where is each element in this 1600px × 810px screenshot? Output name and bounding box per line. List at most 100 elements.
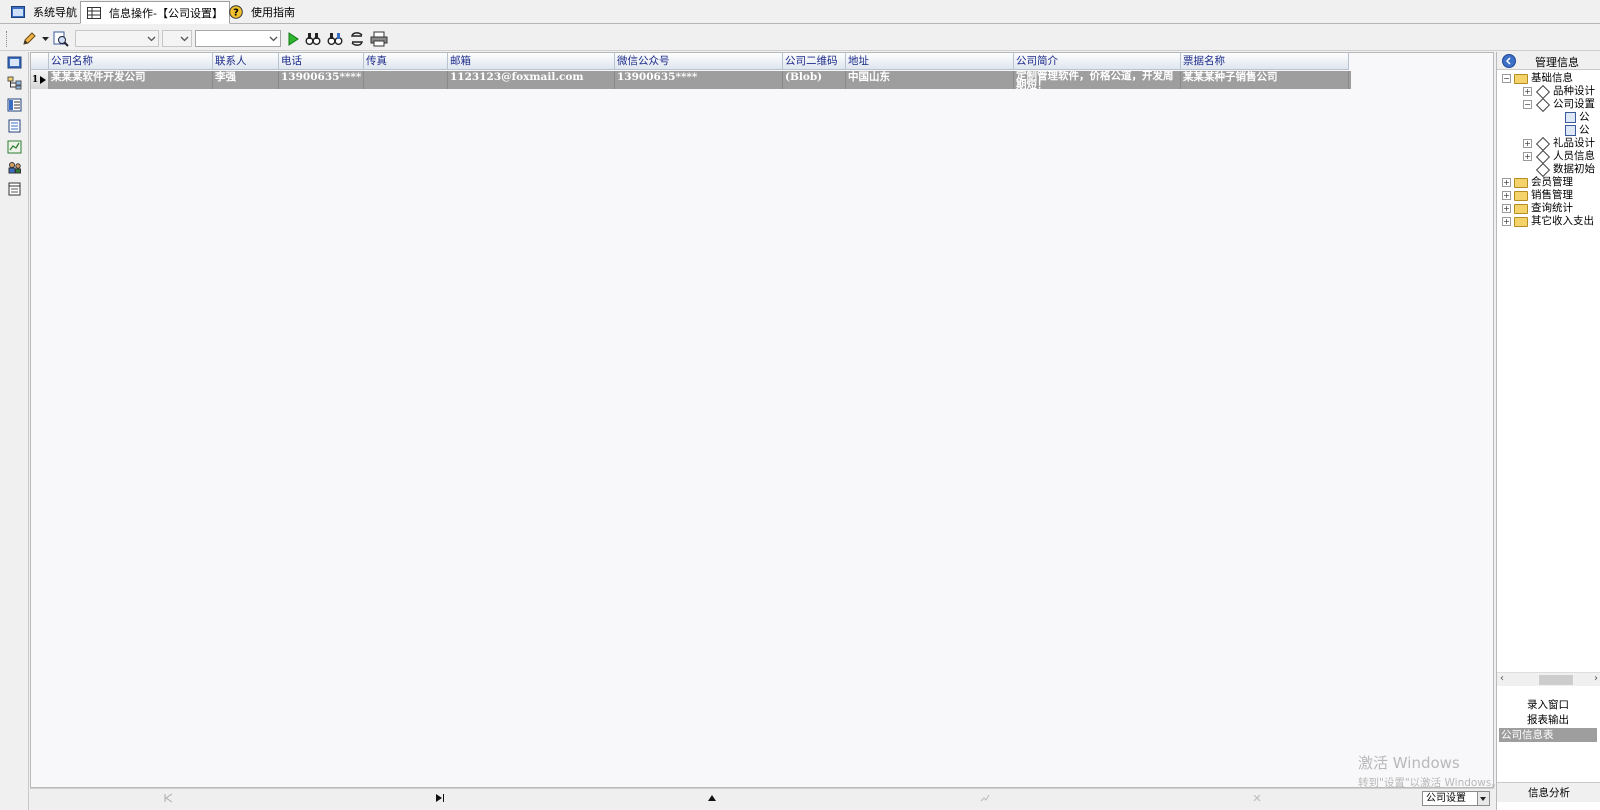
- cell-company-name[interactable]: 某某某软件开发公司: [49, 71, 213, 89]
- form-icon[interactable]: [7, 98, 22, 112]
- tree-node-query-stats[interactable]: + 查询统计: [1502, 202, 1573, 215]
- folder-icon: [1514, 73, 1528, 84]
- tree-node-label: 数据初始: [1553, 163, 1595, 175]
- scroll-right-icon[interactable]: ›: [1594, 673, 1598, 684]
- cell-company-intro[interactable]: 定制管理软件，价格公道，开发周期短！: [1014, 71, 1181, 89]
- cell-email[interactable]: 1123123@foxmail.com: [448, 71, 615, 89]
- column-header[interactable]: 公司简介: [1014, 53, 1181, 70]
- scroll-thumb[interactable]: [1539, 675, 1573, 685]
- nav-tree: − 基础信息 + 品种设计 − 公司设置 公 公 + 礼品设计 + 人员信息 数…: [1497, 70, 1600, 680]
- expand-icon[interactable]: +: [1502, 191, 1511, 200]
- row-indicator[interactable]: 1: [31, 71, 49, 89]
- filter-value-combo[interactable]: [195, 30, 281, 47]
- next-record-icon[interactable]: [435, 793, 445, 803]
- tree-node-company-form[interactable]: 公: [1565, 111, 1590, 124]
- form-icon: [1565, 112, 1576, 123]
- tab-info-operation[interactable]: 信息操作-【公司设置】: [80, 1, 230, 24]
- expand-icon[interactable]: +: [1502, 204, 1511, 213]
- find-next-button[interactable]: [326, 30, 344, 48]
- expand-icon[interactable]: +: [1502, 217, 1511, 226]
- row-indicator-header: [31, 53, 49, 70]
- report-icon: [1565, 125, 1576, 136]
- expand-icon[interactable]: +: [1523, 87, 1532, 96]
- info-analysis-button[interactable]: 信息分析: [1497, 782, 1600, 802]
- collapse-icon[interactable]: −: [1523, 100, 1532, 109]
- tree-node-other-income[interactable]: + 其它收入支出: [1502, 215, 1594, 228]
- filter-operator-combo[interactable]: [162, 30, 192, 47]
- left-tool-strip: [0, 52, 29, 810]
- cell-fax[interactable]: [364, 71, 448, 89]
- grid-navigator-bar: 公司设置: [30, 788, 1494, 808]
- edit-dropdown-button[interactable]: [40, 30, 50, 48]
- company-info-report-item[interactable]: 公司信息表: [1499, 728, 1597, 742]
- scroll-left-icon[interactable]: ‹: [1500, 673, 1504, 684]
- list-icon[interactable]: [7, 182, 22, 196]
- edit-record-icon[interactable]: [980, 793, 990, 803]
- tree-horizontal-scrollbar[interactable]: ‹ ›: [1497, 672, 1600, 686]
- tree-structure-icon[interactable]: [7, 76, 22, 90]
- tab-user-guide[interactable]: ? 使用指南: [222, 1, 302, 23]
- cell-invoice-name[interactable]: 某某某种子销售公司: [1181, 71, 1349, 89]
- tree-node-company-settings[interactable]: − 公司设置: [1523, 97, 1595, 112]
- cancel-record-icon[interactable]: [1252, 793, 1262, 803]
- magnifier-icon: [53, 31, 69, 47]
- tree-node-gifts[interactable]: + 礼品设计: [1523, 136, 1595, 151]
- cell-qrcode[interactable]: (Blob): [783, 71, 846, 89]
- expand-icon[interactable]: +: [1523, 139, 1532, 148]
- column-header[interactable]: 票据名称: [1181, 53, 1349, 70]
- cell-phone[interactable]: 13900635****: [279, 71, 364, 89]
- toolbar-grip[interactable]: [6, 31, 9, 47]
- find-button[interactable]: [304, 30, 322, 48]
- table-row[interactable]: 1 某某某软件开发公司 李强 13900635**** 1123123@foxm…: [31, 71, 1351, 89]
- report-output-button[interactable]: 报表输出: [1499, 713, 1597, 727]
- refresh-button[interactable]: [348, 30, 366, 48]
- tree-node-members[interactable]: + 会员管理: [1502, 176, 1573, 189]
- tree-node-company-report[interactable]: 公: [1565, 124, 1590, 137]
- window-icon[interactable]: [7, 56, 22, 70]
- module-icon: [1535, 162, 1551, 177]
- column-header[interactable]: 微信公众号: [615, 53, 783, 70]
- column-header[interactable]: 公司二维码: [783, 53, 846, 70]
- users-icon[interactable]: [7, 161, 22, 175]
- run-query-button[interactable]: [284, 30, 302, 48]
- tree-node-staff[interactable]: + 人员信息: [1523, 149, 1595, 164]
- watermark-line2: 转到"设置"以激活 Windows。: [1358, 777, 1502, 789]
- edit-button[interactable]: [20, 30, 38, 48]
- table-select-dropdown[interactable]: [1477, 792, 1489, 805]
- expand-icon[interactable]: +: [1502, 178, 1511, 187]
- folder-icon: [1514, 203, 1528, 214]
- collapse-panel-button[interactable]: [1502, 54, 1516, 68]
- entry-window-button[interactable]: 录入窗口: [1499, 698, 1597, 712]
- folder-icon: [1514, 190, 1528, 201]
- back-arrow-icon: [1505, 57, 1511, 65]
- tree-node-label: 销售管理: [1531, 189, 1573, 201]
- tree-node-variety[interactable]: + 品种设计: [1523, 84, 1595, 99]
- column-header[interactable]: 传真: [364, 53, 448, 70]
- column-header[interactable]: 公司名称: [49, 53, 213, 70]
- play-icon: [288, 32, 299, 46]
- tree-node-data-init[interactable]: 数据初始: [1535, 162, 1595, 177]
- cell-wechat[interactable]: 13900635****: [615, 71, 783, 89]
- filter-field-combo[interactable]: [75, 30, 159, 47]
- chart-icon[interactable]: [7, 140, 22, 154]
- column-header[interactable]: 联系人: [213, 53, 279, 70]
- first-record-icon[interactable]: [163, 793, 173, 803]
- cell-address[interactable]: 中国山东: [846, 71, 1014, 89]
- column-header[interactable]: 邮箱: [448, 53, 615, 70]
- cell-contact[interactable]: 李强: [213, 71, 279, 89]
- document-icon[interactable]: [7, 119, 22, 133]
- right-nav-panel: 管理信息 − 基础信息 + 品种设计 − 公司设置 公 公 + 礼品设计 + 人…: [1496, 52, 1600, 810]
- tab-system-navigation[interactable]: 系统导航: [4, 1, 84, 23]
- preview-button[interactable]: [52, 30, 70, 48]
- column-header[interactable]: 电话: [279, 53, 364, 70]
- tree-node-basic-info[interactable]: − 基础信息: [1502, 72, 1573, 85]
- insert-record-icon[interactable]: [707, 793, 717, 803]
- expand-icon[interactable]: +: [1523, 152, 1532, 161]
- column-header[interactable]: 地址: [846, 53, 1014, 70]
- tree-node-label: 其它收入支出: [1531, 215, 1594, 227]
- tree-node-sales[interactable]: + 销售管理: [1502, 189, 1573, 202]
- folder-icon: [1514, 177, 1528, 188]
- print-button[interactable]: [370, 30, 388, 48]
- collapse-icon[interactable]: −: [1502, 74, 1511, 83]
- table-select[interactable]: 公司设置: [1422, 791, 1490, 806]
